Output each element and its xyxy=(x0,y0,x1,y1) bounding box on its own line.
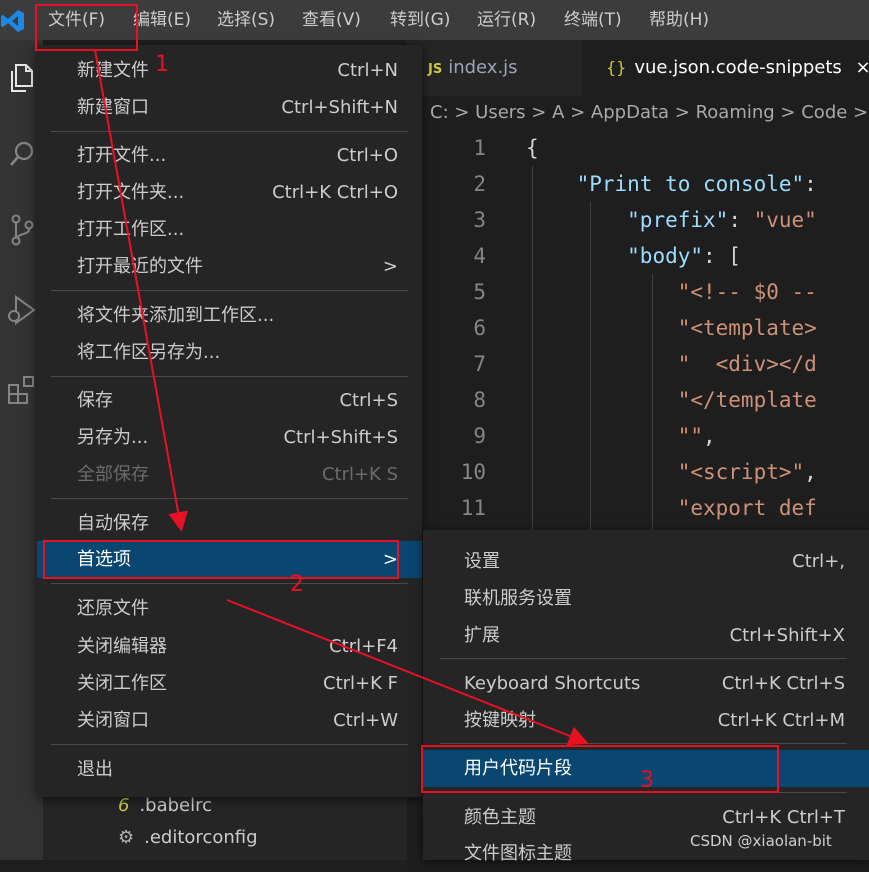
step-number: 1 xyxy=(155,52,169,77)
highlight-box xyxy=(43,540,399,579)
watermark: CSDN @xiaolan-bit xyxy=(690,832,832,850)
annotation-arrow xyxy=(226,599,589,746)
step-number: 2 xyxy=(290,572,304,597)
annotation-overlay xyxy=(35,4,779,793)
highlight-box xyxy=(421,745,779,793)
highlight-box xyxy=(35,4,138,51)
step-number: 3 xyxy=(640,768,654,793)
annotation-arrow xyxy=(94,49,189,532)
